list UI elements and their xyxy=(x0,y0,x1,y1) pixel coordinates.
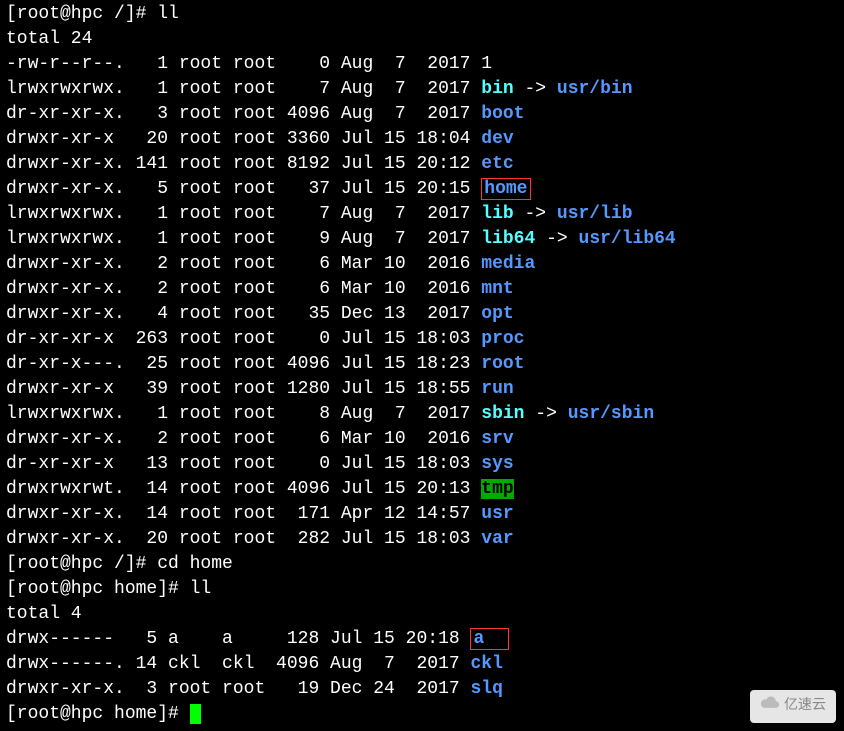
prompt-line: [root@hpc /]# ll xyxy=(6,2,838,27)
ls-row: drwx------. 14 ckl ckl 4096 Aug 7 2017 c… xyxy=(6,652,838,677)
symlink-target: usr/sbin xyxy=(568,404,654,424)
symlink-target: usr/lib64 xyxy=(579,229,676,249)
directory: ckl xyxy=(470,654,502,674)
total-line: total 24 xyxy=(6,27,838,52)
sticky-dir: tmp xyxy=(481,479,513,499)
ls-row: drwxr-xr-x. 2 root root 6 Mar 10 2016 mn… xyxy=(6,277,838,302)
ls-row: drwxr-xr-x. 20 root root 282 Jul 15 18:0… xyxy=(6,527,838,552)
cursor[interactable] xyxy=(190,704,201,724)
ls-row: dr-xr-xr-x. 3 root root 4096 Aug 7 2017 … xyxy=(6,102,838,127)
symlink-arrow: -> xyxy=(535,229,578,249)
cloud-icon xyxy=(760,694,780,719)
symlink-target: usr/lib xyxy=(557,204,633,224)
ls-row: drwxr-xr-x 20 root root 3360 Jul 15 18:0… xyxy=(6,127,838,152)
ls-row: drwxr-xr-x. 3 root root 19 Dec 24 2017 s… xyxy=(6,677,838,702)
watermark-badge: 亿速云 xyxy=(750,690,836,723)
ls-row: lrwxrwxrwx. 1 root root 8 Aug 7 2017 sbi… xyxy=(6,402,838,427)
ls-row: drwxr-xr-x 39 root root 1280 Jul 15 18:5… xyxy=(6,377,838,402)
ls-row: drwxr-xr-x. 141 root root 8192 Jul 15 20… xyxy=(6,152,838,177)
ls-row: dr-xr-x---. 25 root root 4096 Jul 15 18:… xyxy=(6,352,838,377)
directory: mnt xyxy=(481,279,513,299)
directory: srv xyxy=(481,429,513,449)
directory: proc xyxy=(481,329,524,349)
highlighted-dir: a xyxy=(470,628,508,650)
ls-row: drwxr-xr-x. 14 root root 171 Apr 12 14:5… xyxy=(6,502,838,527)
symlink-name: lib xyxy=(481,204,513,224)
symlink-arrow: -> xyxy=(514,204,557,224)
symlink-name: bin xyxy=(481,79,513,99)
ls-row: lrwxrwxrwx. 1 root root 7 Aug 7 2017 lib… xyxy=(6,202,838,227)
symlink-target: usr/bin xyxy=(557,79,633,99)
symlink-arrow: -> xyxy=(514,79,557,99)
ls-row: drwxr-xr-x. 2 root root 6 Mar 10 2016 me… xyxy=(6,252,838,277)
directory: root xyxy=(481,354,524,374)
directory: sys xyxy=(481,454,513,474)
file-name: 1 xyxy=(481,54,492,74)
directory: slq xyxy=(470,679,502,699)
total-line: total 4 xyxy=(6,602,838,627)
directory: media xyxy=(481,254,535,274)
directory: dev xyxy=(481,129,513,149)
directory: var xyxy=(481,529,513,549)
ls-row: lrwxrwxrwx. 1 root root 9 Aug 7 2017 lib… xyxy=(6,227,838,252)
ls-row: -rw-r--r--. 1 root root 0 Aug 7 2017 1 xyxy=(6,52,838,77)
ls-row: drwxrwxrwt. 14 root root 4096 Jul 15 20:… xyxy=(6,477,838,502)
ls-row: dr-xr-xr-x 263 root root 0 Jul 15 18:03 … xyxy=(6,327,838,352)
highlighted-dir: home xyxy=(481,178,530,200)
prompt-line: [root@hpc /]# cd home xyxy=(6,552,838,577)
ls-row: drwxr-xr-x. 4 root root 35 Dec 13 2017 o… xyxy=(6,302,838,327)
prompt-line: [root@hpc home]# ll xyxy=(6,577,838,602)
ls-row: drwxr-xr-x. 5 root root 37 Jul 15 20:15 … xyxy=(6,177,838,202)
ls-row: drwxr-xr-x. 2 root root 6 Mar 10 2016 sr… xyxy=(6,427,838,452)
ls-row: dr-xr-xr-x 13 root root 0 Jul 15 18:03 s… xyxy=(6,452,838,477)
ls-row: drwx------ 5 a a 128 Jul 15 20:18 a xyxy=(6,627,838,652)
symlink-name: sbin xyxy=(481,404,524,424)
directory: usr xyxy=(481,504,513,524)
directory: boot xyxy=(481,104,524,124)
directory: run xyxy=(481,379,513,399)
symlink-name: lib64 xyxy=(481,229,535,249)
symlink-arrow: -> xyxy=(525,404,568,424)
terminal-output[interactable]: [root@hpc /]# lltotal 24-rw-r--r--. 1 ro… xyxy=(6,2,838,727)
prompt-line: [root@hpc home]# xyxy=(6,702,838,727)
directory: opt xyxy=(481,304,513,324)
watermark-text: 亿速云 xyxy=(784,694,826,719)
ls-row: lrwxrwxrwx. 1 root root 7 Aug 7 2017 bin… xyxy=(6,77,838,102)
directory: etc xyxy=(481,154,513,174)
